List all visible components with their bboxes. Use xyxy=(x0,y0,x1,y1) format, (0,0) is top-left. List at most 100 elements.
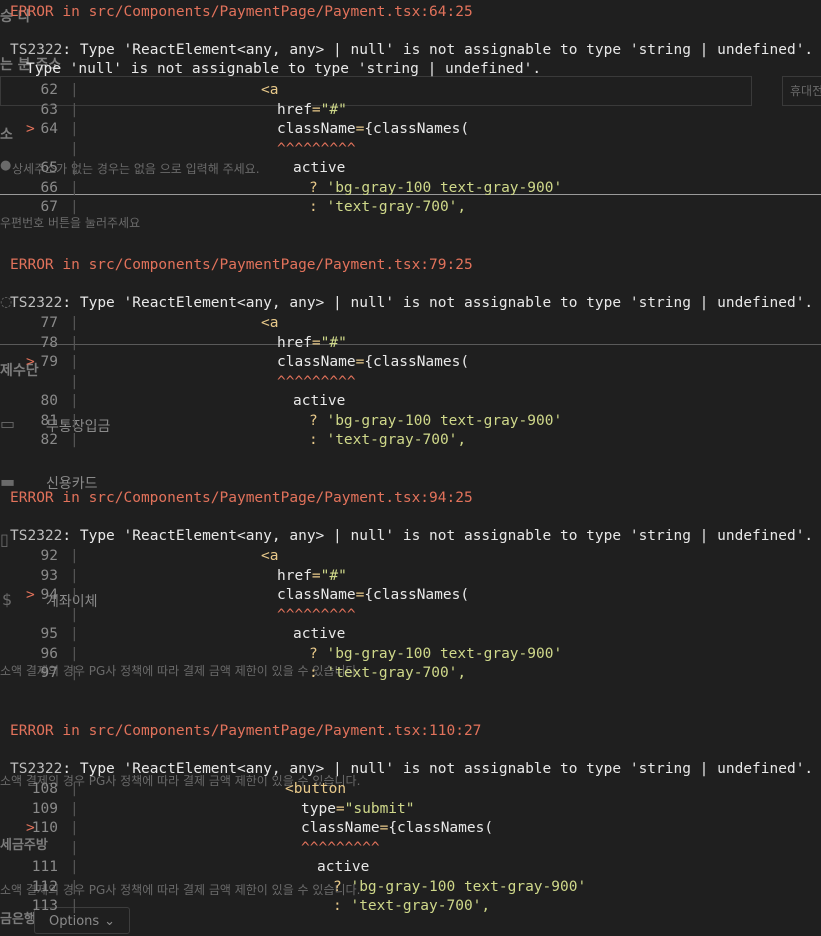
gutter-bar: | xyxy=(70,354,79,370)
error-message: TS2322: Type 'ReactElement<any, any> | n… xyxy=(10,761,814,777)
code-text: <button xyxy=(285,781,347,797)
line-number: 67 xyxy=(40,199,58,215)
line-number: 92 xyxy=(40,548,58,564)
code-line: 108 | <button xyxy=(0,781,821,801)
gutter-bar: | xyxy=(70,781,79,797)
error-header: ERROR in src/Components/PaymentPage/Paym… xyxy=(10,257,473,273)
line-number: 110 xyxy=(31,820,58,836)
error-message: TS2322: Type 'ReactElement<any, any> | n… xyxy=(10,42,814,58)
code-line: >64 | className={classNames( xyxy=(0,121,821,141)
gutter-bar: | xyxy=(70,373,79,390)
gutter-bar: | xyxy=(70,140,79,157)
code-text: active xyxy=(293,160,346,176)
code-text: ? 'bg-gray-100 text-gray-900' xyxy=(333,878,587,895)
line-number: 79 xyxy=(40,354,58,370)
code-text: : 'text-gray-700', xyxy=(309,199,467,215)
code-line: 96 | ? 'bg-gray-100 text-gray-900' xyxy=(0,646,821,666)
code-line: 93 | href="#" xyxy=(0,568,821,588)
code-text: active xyxy=(317,859,370,875)
code-text: : 'text-gray-700', xyxy=(333,898,491,914)
code-line: 112 | ? 'bg-gray-100 text-gray-900' xyxy=(0,879,821,899)
code-text: className={classNames( xyxy=(277,121,470,137)
error-overlay: ERROR in src/Components/PaymentPage/Paym… xyxy=(0,0,821,936)
code-text: active xyxy=(293,393,346,409)
code-text: type="submit" xyxy=(301,800,415,817)
error-header: ERROR in src/Components/PaymentPage/Paym… xyxy=(10,723,482,739)
gutter-bar: | xyxy=(70,393,79,409)
error-message-text: Type 'ReactElement<any, any> | null' is … xyxy=(79,42,814,58)
code-text: href="#" xyxy=(277,334,347,351)
gutter-bar: | xyxy=(70,587,79,603)
gutter-bar: | xyxy=(70,179,79,196)
code-line: 82 | : 'text-gray-700', xyxy=(0,432,821,452)
error-message-text: Type 'ReactElement<any, any> | null' is … xyxy=(79,295,814,311)
error-message: TS2322: Type 'ReactElement<any, any> | n… xyxy=(10,295,814,311)
code-line: 63 | href="#" xyxy=(0,102,821,122)
code-line: 113 | : 'text-gray-700', xyxy=(0,898,821,918)
line-number: 94 xyxy=(40,587,58,603)
gutter-bar: | xyxy=(70,898,79,914)
code-line: >110 | className={classNames( xyxy=(0,820,821,840)
error-code: TS2322 xyxy=(10,42,63,58)
code-line: 81 | ? 'bg-gray-100 text-gray-900' xyxy=(0,413,821,433)
code-line: 62 | <a xyxy=(0,82,821,102)
line-number: 63 xyxy=(40,101,58,118)
gutter-bar: | xyxy=(70,432,79,448)
line-number: 82 xyxy=(40,432,58,448)
code-text: ^^^^^^^^^ xyxy=(301,839,380,856)
line-number: 112 xyxy=(31,878,58,895)
code-text: className={classNames( xyxy=(277,354,470,370)
code-text: : 'text-gray-700', xyxy=(309,432,467,448)
code-line: 65 | active xyxy=(0,160,821,180)
gutter-bar: | xyxy=(70,315,79,331)
line-number: 108 xyxy=(31,781,58,797)
line-number: 77 xyxy=(40,315,58,331)
error-message-text: Type 'ReactElement<any, any> | null' is … xyxy=(79,528,814,544)
code-text: <a xyxy=(261,315,279,331)
gutter-bar: | xyxy=(70,548,79,564)
line-number: 81 xyxy=(40,412,58,429)
line-number: 109 xyxy=(31,800,58,817)
code-line: 80 | active xyxy=(0,393,821,413)
error-code: TS2322 xyxy=(10,295,63,311)
line-number: 96 xyxy=(40,645,58,662)
gutter-bar: | xyxy=(70,160,79,176)
gutter-bar: | xyxy=(70,626,79,642)
code-line: 67 |: 'text-gray-700', xyxy=(0,199,821,219)
line-number: 97 xyxy=(40,665,58,681)
code-text: active xyxy=(293,626,346,642)
code-text: ^^^^^^^^^ xyxy=(277,373,356,390)
gutter-bar: | xyxy=(70,800,79,817)
error-message: TS2322: Type 'ReactElement<any, any> | n… xyxy=(10,528,814,544)
line-number: 95 xyxy=(40,626,58,642)
line-number: 93 xyxy=(40,567,58,584)
code-text: ? 'bg-gray-100 text-gray-900' xyxy=(309,179,563,196)
line-number: 62 xyxy=(40,82,58,98)
error-header: ERROR in src/Components/PaymentPage/Paym… xyxy=(10,490,473,506)
code-line: 92 | <a xyxy=(0,548,821,568)
code-text: ^^^^^^^^^ xyxy=(277,606,356,623)
code-text: <a xyxy=(261,82,279,98)
code-line: 97 |: 'text-gray-700', xyxy=(0,665,821,685)
code-text: href="#" xyxy=(277,101,347,118)
code-text: ^^^^^^^^^ xyxy=(277,140,356,157)
gutter-bar: | xyxy=(70,101,79,118)
gutter-bar: | xyxy=(70,645,79,662)
gutter-bar: | xyxy=(70,665,79,681)
line-number: 113 xyxy=(31,898,58,914)
code-line: | ^^^^^^^^^ xyxy=(0,141,821,161)
code-line: | ^^^^^^^^^ xyxy=(0,607,821,627)
error-submessage: Type 'null' is not assignable to type 's… xyxy=(26,61,542,77)
code-text: href="#" xyxy=(277,567,347,584)
code-line: >79 | className={classNames( xyxy=(0,354,821,374)
gutter-bar: | xyxy=(70,820,79,836)
line-number: 65 xyxy=(40,160,58,176)
gutter-bar: | xyxy=(70,606,79,623)
code-line: 95 | active xyxy=(0,626,821,646)
error-code: TS2322 xyxy=(10,761,63,777)
code-line: 66 | ? 'bg-gray-100 text-gray-900' xyxy=(0,180,821,200)
gutter-bar: | xyxy=(70,878,79,895)
error-code: TS2322 xyxy=(10,528,63,544)
error-message-text: Type 'ReactElement<any, any> | null' is … xyxy=(79,761,814,777)
code-text: className={classNames( xyxy=(277,587,470,603)
